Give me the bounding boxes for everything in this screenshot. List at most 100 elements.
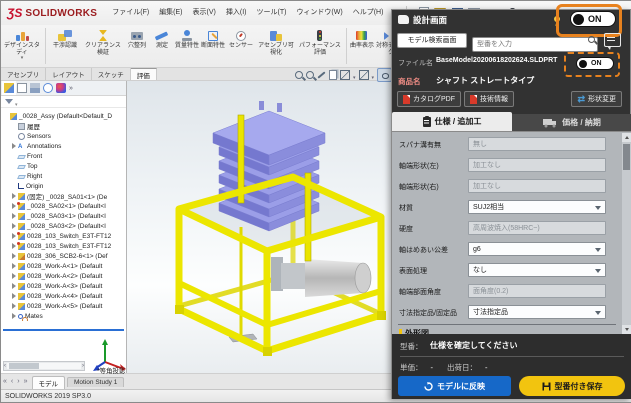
- expander-icon[interactable]: [12, 253, 17, 259]
- search-icon[interactable]: [588, 36, 595, 43]
- tree-item[interactable]: (固定) _0028_SA01<1> (De: [1, 191, 126, 201]
- menu-view[interactable]: 表示(V): [188, 1, 221, 25]
- displaymanager-icon[interactable]: [56, 83, 66, 93]
- tab-price[interactable]: 価格 / 納期: [512, 114, 631, 131]
- tab-model[interactable]: モデル: [32, 376, 66, 389]
- panel-on-toggle[interactable]: ON: [570, 11, 616, 27]
- save-with-part-number-button[interactable]: 型番付き保存: [519, 376, 625, 396]
- sensor-button[interactable]: センサー: [226, 27, 256, 50]
- filter-icon[interactable]: [5, 99, 13, 104]
- more-tabs-icon[interactable]: »: [69, 85, 73, 92]
- tree-item[interactable]: 0028_103_Switch_E3T-FT12: [1, 241, 126, 251]
- tree-item[interactable]: 0028_Work-A<5> (Default: [1, 301, 126, 311]
- expander-icon[interactable]: [12, 293, 17, 299]
- scrollbar-thumb[interactable]: [623, 144, 630, 170]
- interference-detection-button[interactable]: 干渉認識: [48, 27, 82, 50]
- section-properties-button[interactable]: 断面特性: [200, 27, 226, 50]
- tab-layout[interactable]: レイアウト: [46, 68, 92, 80]
- tree-item[interactable]: _0028_SA03<1> (Default<I: [1, 211, 126, 221]
- expander-icon[interactable]: [12, 263, 17, 269]
- hole-alignment-button[interactable]: 穴整列: [124, 27, 150, 50]
- expander-icon[interactable]: [12, 303, 17, 309]
- tree-item[interactable]: 0028_103_Switch_E3T-FT12: [1, 231, 126, 241]
- file-on-toggle[interactable]: ON: [576, 57, 614, 70]
- part-number-input[interactable]: [472, 37, 598, 52]
- tree-item[interactable]: Top: [1, 161, 126, 171]
- section-view-icon[interactable]: [329, 70, 337, 80]
- tree-item[interactable]: Annotations: [1, 141, 126, 151]
- tech-info-button[interactable]: 技術情報: [464, 91, 514, 107]
- material-select[interactable]: SUJ2相当: [468, 200, 606, 214]
- menu-window[interactable]: ウィンドウ(W): [291, 1, 347, 25]
- tree-item[interactable]: Sensors: [1, 131, 126, 141]
- first-tab-icon[interactable]: «: [1, 375, 9, 389]
- tree-item[interactable]: Front: [1, 151, 126, 161]
- scroll-down-icon[interactable]: [622, 325, 631, 334]
- assembly-visualization-button[interactable]: アセンブリ可視化: [256, 27, 296, 56]
- expander-icon[interactable]: [12, 223, 17, 229]
- tree-item[interactable]: 0028_Work-A<2> (Default: [1, 271, 126, 281]
- tree-item[interactable]: 0028_Work-A<4> (Default: [1, 291, 126, 301]
- zoom-area-icon[interactable]: [306, 71, 314, 79]
- last-tab-icon[interactable]: »: [22, 375, 30, 389]
- zoom-fit-icon[interactable]: [295, 71, 303, 79]
- tree-item[interactable]: Mates: [1, 311, 126, 321]
- featuremanager-tree-icon[interactable]: [4, 83, 14, 93]
- mass-properties-button[interactable]: 質量特性: [174, 27, 200, 50]
- tab-motion-study[interactable]: Motion Study 1: [67, 377, 124, 387]
- hide-show-items-icon[interactable]: [377, 68, 392, 82]
- configurationmanager-icon[interactable]: [30, 83, 40, 93]
- expander-icon[interactable]: [12, 273, 17, 279]
- tree-item[interactable]: Origin: [1, 181, 126, 191]
- curvature-display-button[interactable]: 曲率表示: [349, 27, 375, 50]
- tree-horizontal-scrollbar[interactable]: ‹›: [3, 361, 85, 371]
- tree-item[interactable]: 0028_Work-A<3> (Default: [1, 281, 126, 291]
- tree-item[interactable]: _0028_SA02<1> (Default<I: [1, 201, 126, 211]
- comment-icon[interactable]: [604, 33, 621, 47]
- tree-item[interactable]: _0028_Assy (Default<Default_D: [1, 111, 126, 121]
- form-scrollbar[interactable]: [622, 133, 631, 334]
- expander-icon[interactable]: [12, 143, 17, 149]
- display-style-icon[interactable]: [359, 70, 369, 80]
- scrollbar-thumb[interactable]: [9, 363, 39, 369]
- rollback-bar[interactable]: [3, 329, 124, 331]
- design-study-button[interactable]: デザインスタディ ▾: [1, 27, 43, 61]
- clearance-verification-button[interactable]: クリアランス検証: [82, 27, 124, 56]
- tree-item[interactable]: 履歴: [1, 121, 126, 131]
- performance-evaluation-button[interactable]: パフォーマンス評価: [296, 27, 344, 56]
- measure-button[interactable]: 測定: [150, 27, 174, 50]
- scroll-left-icon[interactable]: ‹: [4, 363, 6, 369]
- menu-tools[interactable]: ツール(T): [251, 1, 291, 25]
- dropdown-arrow-icon[interactable]: [372, 66, 375, 84]
- tab-evaluate[interactable]: 評価: [131, 68, 157, 80]
- model-search-button[interactable]: モデル検索画面: [397, 33, 467, 48]
- scroll-up-icon[interactable]: [622, 133, 631, 142]
- tab-sketch[interactable]: スケッチ: [92, 68, 131, 80]
- shape-change-button[interactable]: ⇄形状変更: [571, 91, 622, 107]
- expander-icon[interactable]: [12, 283, 17, 289]
- previous-view-icon[interactable]: [317, 71, 325, 78]
- expander-icon[interactable]: [12, 213, 17, 219]
- menu-insert[interactable]: 挿入(I): [221, 1, 252, 25]
- menu-edit[interactable]: 編集(E): [154, 1, 187, 25]
- fit-tolerance-select[interactable]: g6: [468, 242, 606, 256]
- pin-icon[interactable]: [554, 16, 560, 22]
- propertymanager-icon[interactable]: [17, 83, 27, 93]
- tree-item[interactable]: Right: [1, 171, 126, 181]
- tab-spec[interactable]: 仕様 / 追加工: [392, 112, 512, 131]
- menu-help[interactable]: ヘルプ(H): [348, 1, 389, 25]
- filter-dropdown-icon[interactable]: [15, 93, 18, 111]
- expander-icon[interactable]: [12, 193, 17, 199]
- tree-item[interactable]: 0028_Work-A<1> (Default: [1, 261, 126, 271]
- tab-assembly[interactable]: アセンブリ: [1, 68, 46, 80]
- scroll-right-icon[interactable]: ›: [82, 363, 84, 369]
- assembly-3d-model[interactable]: [131, 87, 405, 367]
- surface-treatment-select[interactable]: なし: [468, 263, 606, 277]
- catalog-pdf-button[interactable]: カタログPDF: [397, 91, 461, 107]
- dimension-spec-select[interactable]: 寸法指定品: [468, 305, 606, 319]
- tree-item[interactable]: _0028_SA03<2> (Default<I: [1, 221, 126, 231]
- apply-to-model-button[interactable]: モデルに反映: [398, 376, 511, 396]
- expander-icon[interactable]: [12, 313, 17, 319]
- tree-item[interactable]: 0028_306_SCB2-6<1> (Def: [1, 251, 126, 261]
- dimxpertmanager-icon[interactable]: [43, 83, 53, 93]
